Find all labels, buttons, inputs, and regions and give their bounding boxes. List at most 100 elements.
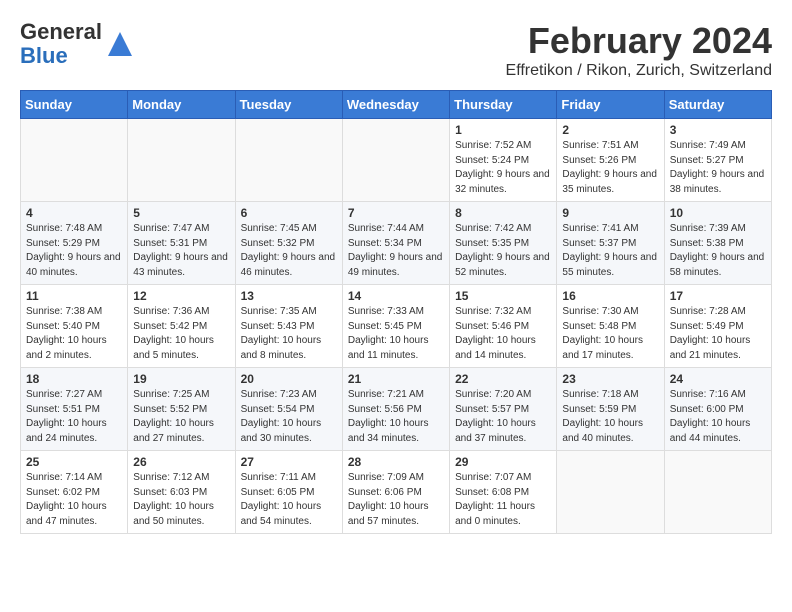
weekday-header: Tuesday — [235, 91, 342, 119]
day-number: 16 — [562, 289, 658, 303]
day-number: 7 — [348, 206, 444, 220]
calendar-week-row: 4 Sunrise: 7:48 AMSunset: 5:29 PMDaylight… — [21, 202, 772, 285]
calendar-cell: 20 Sunrise: 7:23 AMSunset: 5:54 PMDayligh… — [235, 368, 342, 451]
day-number: 3 — [670, 123, 766, 137]
weekday-header: Friday — [557, 91, 664, 119]
calendar-cell — [128, 119, 235, 202]
calendar-week-row: 1 Sunrise: 7:52 AMSunset: 5:24 PMDaylight… — [21, 119, 772, 202]
calendar-cell: 4 Sunrise: 7:48 AMSunset: 5:29 PMDaylight… — [21, 202, 128, 285]
calendar-cell: 16 Sunrise: 7:30 AMSunset: 5:48 PMDayligh… — [557, 285, 664, 368]
day-info: Sunrise: 7:18 AMSunset: 5:59 PMDaylight:… — [562, 388, 658, 446]
day-info: Sunrise: 7:36 AMSunset: 5:42 PMDaylight:… — [133, 305, 229, 363]
calendar-header-row: SundayMondayTuesdayWednesdayThursdayFrid… — [21, 91, 772, 119]
calendar-cell: 8 Sunrise: 7:42 AMSunset: 5:35 PMDaylight… — [450, 202, 557, 285]
day-info: Sunrise: 7:38 AMSunset: 5:40 PMDaylight:… — [26, 305, 122, 363]
day-info: Sunrise: 7:12 AMSunset: 6:03 PMDaylight:… — [133, 471, 229, 529]
day-info: Sunrise: 7:14 AMSunset: 6:02 PMDaylight:… — [26, 471, 122, 529]
calendar-cell — [664, 451, 771, 534]
calendar-cell: 29Sunrise: 7:07 AMSunset: 6:08 PMDayligh… — [450, 451, 557, 534]
day-info: Sunrise: 7:07 AMSunset: 6:08 PMDaylight:… — [455, 471, 551, 529]
day-info: Sunrise: 7:52 AMSunset: 5:24 PMDaylight:… — [455, 139, 551, 197]
calendar-table: SundayMondayTuesdayWednesdayThursdayFrid… — [20, 90, 772, 534]
day-number: 28 — [348, 455, 444, 469]
calendar-week-row: 11 Sunrise: 7:38 AMSunset: 5:40 PMDayligh… — [21, 285, 772, 368]
calendar-cell: 3Sunrise: 7:49 AMSunset: 5:27 PMDaylight… — [664, 119, 771, 202]
page: General Blue February 2024 Effretikon / … — [0, 0, 792, 544]
calendar-cell — [557, 451, 664, 534]
day-info: Sunrise: 7:51 AMSunset: 5:26 PMDaylight:… — [562, 139, 658, 197]
day-number: 13 — [241, 289, 337, 303]
day-info: Sunrise: 7:23 AMSunset: 5:54 PMDaylight:… — [241, 388, 337, 446]
day-info: Sunrise: 7:44 AMSunset: 5:34 PMDaylight:… — [348, 222, 444, 280]
day-info: Sunrise: 7:41 AMSunset: 5:37 PMDaylight:… — [562, 222, 658, 280]
calendar-cell: 11 Sunrise: 7:38 AMSunset: 5:40 PMDayligh… — [21, 285, 128, 368]
day-number: 14 — [348, 289, 444, 303]
calendar-week-row: 18 Sunrise: 7:27 AMSunset: 5:51 PMDayligh… — [21, 368, 772, 451]
calendar-cell — [21, 119, 128, 202]
calendar-cell: 14 Sunrise: 7:33 AMSunset: 5:45 PMDayligh… — [342, 285, 449, 368]
calendar-cell: 9 Sunrise: 7:41 AMSunset: 5:37 PMDaylight… — [557, 202, 664, 285]
calendar-cell: 24Sunrise: 7:16 AMSunset: 6:00 PMDayligh… — [664, 368, 771, 451]
calendar-cell: 7 Sunrise: 7:44 AMSunset: 5:34 PMDaylight… — [342, 202, 449, 285]
title-block: February 2024 Effretikon / Rikon, Zurich… — [506, 20, 772, 80]
day-info: Sunrise: 7:39 AMSunset: 5:38 PMDaylight:… — [670, 222, 766, 280]
day-info: Sunrise: 7:25 AMSunset: 5:52 PMDaylight:… — [133, 388, 229, 446]
calendar-cell: 22 Sunrise: 7:20 AMSunset: 5:57 PMDayligh… — [450, 368, 557, 451]
day-number: 24 — [670, 372, 766, 386]
calendar-cell: 19 Sunrise: 7:25 AMSunset: 5:52 PMDayligh… — [128, 368, 235, 451]
day-info: Sunrise: 7:47 AMSunset: 5:31 PMDaylight:… — [133, 222, 229, 280]
day-number: 9 — [562, 206, 658, 220]
calendar-cell: 25 Sunrise: 7:14 AMSunset: 6:02 PMDayligh… — [21, 451, 128, 534]
day-number: 6 — [241, 206, 337, 220]
calendar-cell: 17Sunrise: 7:28 AMSunset: 5:49 PMDayligh… — [664, 285, 771, 368]
weekday-header: Sunday — [21, 91, 128, 119]
calendar-cell: 23 Sunrise: 7:18 AMSunset: 5:59 PMDayligh… — [557, 368, 664, 451]
day-number: 22 — [455, 372, 551, 386]
day-number: 21 — [348, 372, 444, 386]
day-number: 20 — [241, 372, 337, 386]
day-number: 18 — [26, 372, 122, 386]
day-info: Sunrise: 7:28 AMSunset: 5:49 PMDaylight:… — [670, 305, 766, 363]
calendar-cell: 13 Sunrise: 7:35 AMSunset: 5:43 PMDayligh… — [235, 285, 342, 368]
calendar-cell: 12 Sunrise: 7:36 AMSunset: 5:42 PMDayligh… — [128, 285, 235, 368]
calendar-cell — [342, 119, 449, 202]
day-number: 25 — [26, 455, 122, 469]
day-info: Sunrise: 7:42 AMSunset: 5:35 PMDaylight:… — [455, 222, 551, 280]
weekday-header: Monday — [128, 91, 235, 119]
logo-blue: Blue — [20, 44, 102, 68]
header: General Blue February 2024 Effretikon / … — [20, 20, 772, 80]
day-number: 8 — [455, 206, 551, 220]
logo: General Blue — [20, 20, 134, 68]
calendar-cell: 5 Sunrise: 7:47 AMSunset: 5:31 PMDaylight… — [128, 202, 235, 285]
day-info: Sunrise: 7:27 AMSunset: 5:51 PMDaylight:… — [26, 388, 122, 446]
weekday-header: Wednesday — [342, 91, 449, 119]
day-info: Sunrise: 7:48 AMSunset: 5:29 PMDaylight:… — [26, 222, 122, 280]
day-number: 2 — [562, 123, 658, 137]
day-number: 19 — [133, 372, 229, 386]
calendar-cell: 27 Sunrise: 7:11 AMSunset: 6:05 PMDayligh… — [235, 451, 342, 534]
day-number: 27 — [241, 455, 337, 469]
day-info: Sunrise: 7:11 AMSunset: 6:05 PMDaylight:… — [241, 471, 337, 529]
day-number: 26 — [133, 455, 229, 469]
day-number: 23 — [562, 372, 658, 386]
calendar-cell: 26 Sunrise: 7:12 AMSunset: 6:03 PMDayligh… — [128, 451, 235, 534]
day-number: 15 — [455, 289, 551, 303]
calendar-cell: 1 Sunrise: 7:52 AMSunset: 5:24 PMDaylight… — [450, 119, 557, 202]
day-number: 12 — [133, 289, 229, 303]
day-info: Sunrise: 7:20 AMSunset: 5:57 PMDaylight:… — [455, 388, 551, 446]
day-number: 1 — [455, 123, 551, 137]
month-title: February 2024 — [506, 20, 772, 62]
day-number: 5 — [133, 206, 229, 220]
calendar-cell: 2 Sunrise: 7:51 AMSunset: 5:26 PMDaylight… — [557, 119, 664, 202]
day-number: 4 — [26, 206, 122, 220]
day-number: 11 — [26, 289, 122, 303]
day-info: Sunrise: 7:33 AMSunset: 5:45 PMDaylight:… — [348, 305, 444, 363]
weekday-header: Saturday — [664, 91, 771, 119]
day-info: Sunrise: 7:32 AMSunset: 5:46 PMDaylight:… — [455, 305, 551, 363]
day-info: Sunrise: 7:30 AMSunset: 5:48 PMDaylight:… — [562, 305, 658, 363]
day-info: Sunrise: 7:35 AMSunset: 5:43 PMDaylight:… — [241, 305, 337, 363]
calendar-cell — [235, 119, 342, 202]
calendar-week-row: 25 Sunrise: 7:14 AMSunset: 6:02 PMDayligh… — [21, 451, 772, 534]
calendar-cell: 6Sunrise: 7:45 AMSunset: 5:32 PMDaylight… — [235, 202, 342, 285]
location-subtitle: Effretikon / Rikon, Zurich, Switzerland — [506, 62, 772, 80]
